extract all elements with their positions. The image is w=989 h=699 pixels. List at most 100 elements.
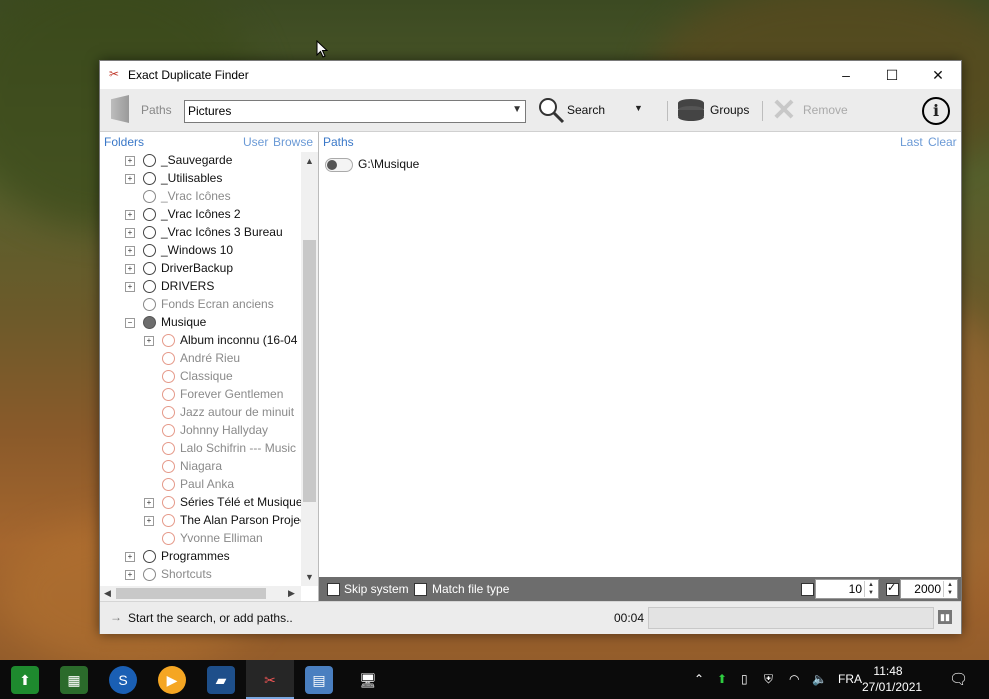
tree-node[interactable]: Classique (100, 368, 301, 386)
skip-system-checkbox[interactable] (327, 583, 340, 596)
tree-node[interactable]: + Shortcuts (100, 566, 301, 584)
radio-icon[interactable] (143, 280, 156, 293)
radio-icon[interactable] (162, 442, 175, 455)
chevron-up-icon[interactable]: ⌃ (694, 672, 704, 686)
radio-icon[interactable] (162, 496, 175, 509)
magnifier-icon[interactable] (537, 96, 565, 124)
tree-node[interactable]: Fonds Ecran anciens (100, 296, 301, 314)
radio-icon[interactable] (162, 424, 175, 437)
radio-icon[interactable] (143, 244, 156, 257)
expand-icon[interactable]: + (125, 570, 135, 580)
search-button[interactable]: Search (567, 103, 605, 117)
expand-icon[interactable]: + (125, 210, 135, 220)
remove-button[interactable]: Remove (803, 103, 848, 117)
stepper-arrows-icon[interactable]: ▲ ▼ (943, 581, 956, 597)
vertical-scrollbar[interactable]: ▲ ▼ (301, 152, 318, 586)
match-file-type-checkbox[interactable] (414, 583, 427, 596)
scroll-right-icon[interactable]: ▶ (288, 588, 295, 599)
tree-node[interactable]: + _Sauvegarde (100, 152, 301, 170)
user-link[interactable]: User (243, 135, 268, 149)
path-toggle[interactable] (325, 158, 353, 172)
tree-node[interactable]: Jazz autour de minuit (100, 404, 301, 422)
tree-node[interactable]: − Musique (100, 314, 301, 332)
tree-node[interactable]: Yvonne Elliman (100, 530, 301, 548)
tree-node[interactable]: Paul Anka (100, 476, 301, 494)
upload-arrow-app-icon[interactable]: ⬆ (11, 666, 39, 694)
scroll-up-icon[interactable]: ▲ (305, 156, 314, 166)
language-indicator[interactable]: FRA (838, 672, 862, 686)
radio-icon[interactable] (143, 190, 156, 203)
clear-link[interactable]: Clear (928, 135, 957, 149)
radio-icon[interactable] (143, 316, 156, 329)
expand-icon[interactable]: + (125, 552, 135, 562)
scroll-left-icon[interactable]: ◀ (104, 588, 111, 599)
tree-node[interactable]: + The Alan Parson Projec (100, 512, 301, 530)
search-dropdown-arrow-icon[interactable]: ▼ (634, 103, 643, 113)
expand-icon[interactable]: + (125, 156, 135, 166)
tree-node[interactable]: Niagara (100, 458, 301, 476)
tree-node[interactable]: + Album inconnu (16-04 (100, 332, 301, 350)
usb-icon[interactable]: ▯ (741, 672, 748, 686)
database-icon[interactable] (677, 98, 705, 124)
radio-icon[interactable] (162, 514, 175, 527)
stepper-arrows-icon[interactable]: ▲ ▼ (864, 581, 877, 597)
tree-node[interactable]: + DRIVERS (100, 278, 301, 296)
browse-link[interactable]: Browse (273, 135, 313, 149)
expand-icon[interactable]: + (144, 498, 154, 508)
tree-node[interactable]: + Séries Télé et Musique (100, 494, 301, 512)
paths-combo[interactable]: Pictures ▼ (184, 100, 526, 123)
tree-node[interactable]: + _Windows 10 (100, 242, 301, 260)
max-size-checkbox[interactable] (886, 581, 899, 596)
taskbar-clock[interactable]: 11:48 27/01/2021 (862, 663, 922, 695)
upload-tray-icon[interactable]: ⬆ (717, 672, 727, 686)
tree-node[interactable]: + _Utilisables (100, 170, 301, 188)
shield-icon[interactable]: ⛨ (764, 672, 773, 687)
monitor-app-icon[interactable]: 🖥 (354, 666, 382, 694)
last-link[interactable]: Last (900, 135, 923, 149)
scrollbar-thumb[interactable] (116, 588, 266, 599)
tree-node[interactable]: + _Vrac Icônes 2 (100, 206, 301, 224)
radio-icon[interactable] (162, 352, 175, 365)
radio-icon[interactable] (143, 550, 156, 563)
notebook-app-icon[interactable]: ▤ (305, 666, 333, 694)
path-item[interactable]: G:\Musique (358, 157, 419, 171)
wifi-icon[interactable]: ◠ (789, 672, 799, 686)
min-size-checkbox[interactable] (801, 583, 814, 596)
scrollbar-thumb[interactable] (303, 240, 316, 502)
radio-icon[interactable] (143, 262, 156, 275)
radio-icon[interactable] (143, 154, 156, 167)
groups-button[interactable]: Groups (710, 103, 749, 117)
horizontal-scrollbar[interactable]: ◀ ▶ (100, 586, 301, 601)
radio-icon[interactable] (162, 406, 175, 419)
radio-icon[interactable] (143, 298, 156, 311)
paths-button-label[interactable]: Paths (141, 103, 172, 117)
radio-icon[interactable] (162, 478, 175, 491)
chevron-down-icon[interactable]: ▼ (512, 104, 522, 115)
s-app-icon[interactable]: S (109, 666, 137, 694)
note-app-icon[interactable]: ▰ (207, 666, 235, 694)
maximize-button[interactable]: ☐ (869, 61, 915, 89)
radio-icon[interactable] (162, 388, 175, 401)
tree-node[interactable]: Forever Gentlemen (100, 386, 301, 404)
expand-icon[interactable]: + (125, 228, 135, 238)
radio-icon[interactable] (143, 568, 156, 581)
min-size-stepper[interactable]: 10 ▲ ▼ (815, 579, 879, 599)
tree-node[interactable]: Johnny Hallyday (100, 422, 301, 440)
notification-icon[interactable]: 🗨 (949, 670, 968, 688)
radio-icon[interactable] (162, 532, 175, 545)
radio-icon[interactable] (143, 226, 156, 239)
close-button[interactable]: ✕ (915, 61, 961, 89)
duplicate-finder-app-icon[interactable]: ✂ (256, 666, 284, 694)
expand-icon[interactable]: + (125, 264, 135, 274)
collapse-icon[interactable]: − (125, 318, 135, 328)
radio-icon[interactable] (143, 208, 156, 221)
minimize-button[interactable]: – (823, 61, 869, 89)
expand-icon[interactable]: + (125, 246, 135, 256)
expand-icon[interactable]: + (125, 282, 135, 292)
remove-x-icon[interactable]: ✕ (769, 96, 799, 126)
tree-node[interactable]: + Programmes (100, 548, 301, 566)
radio-icon[interactable] (162, 460, 175, 473)
stats-chart-icon[interactable]: ▮▮ (938, 610, 952, 624)
expand-icon[interactable]: + (125, 174, 135, 184)
info-icon[interactable]: i (922, 97, 950, 125)
